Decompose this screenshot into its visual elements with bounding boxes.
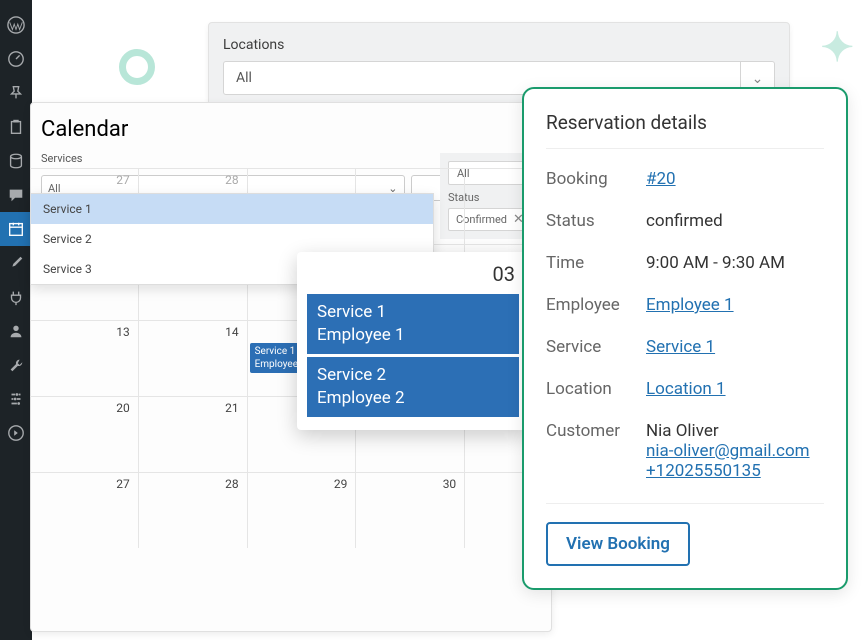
field-label: Service	[546, 337, 646, 357]
location-link[interactable]: Location 1	[646, 379, 726, 399]
service-option[interactable]: Service 2	[31, 224, 433, 254]
plugin-icon[interactable]	[0, 280, 32, 314]
popover-event[interactable]: Service 2 Employee 2	[307, 357, 519, 417]
database-icon[interactable]	[0, 144, 32, 178]
status-value: confirmed	[646, 211, 723, 231]
booking-link[interactable]: #20	[646, 169, 676, 189]
customer-name: Nia Oliver	[646, 421, 810, 441]
calendar-icon[interactable]	[0, 212, 32, 246]
user-icon[interactable]	[0, 314, 32, 348]
field-label: Status	[546, 211, 646, 231]
reservation-details-card: Reservation details Booking#20 Statuscon…	[522, 87, 848, 590]
cal-day-cell[interactable]: 27	[30, 473, 139, 548]
time-value: 9:00 AM - 9:30 AM	[646, 253, 785, 273]
field-label: Booking	[546, 169, 646, 189]
brush-icon[interactable]	[0, 246, 32, 280]
settings-icon[interactable]	[0, 382, 32, 416]
locations-value: All	[236, 70, 252, 86]
day-events-popover: 03 Service 1 Employee 1 Service 2 Employ…	[297, 252, 529, 430]
field-label: Employee	[546, 295, 646, 315]
field-label: Location	[546, 379, 646, 399]
field-label: Customer	[546, 421, 646, 481]
service-option[interactable]: Service 1	[31, 194, 433, 224]
field-label: Time	[546, 253, 646, 273]
wrench-icon[interactable]	[0, 348, 32, 382]
cal-day-cell[interactable]: 21	[139, 397, 248, 472]
dashboard-icon[interactable]	[0, 42, 32, 76]
service-link[interactable]: Service 1	[646, 337, 715, 357]
decorative-plus-icon: ✦	[820, 24, 854, 71]
comment-icon[interactable]	[0, 178, 32, 212]
page-title: Calendar	[31, 103, 551, 152]
view-booking-button[interactable]: View Booking	[546, 522, 690, 566]
cal-day-cell[interactable]: 30	[356, 473, 465, 548]
wp-logo-icon[interactable]	[0, 8, 32, 42]
cal-day-cell[interactable]: 20	[30, 397, 139, 472]
pin-icon[interactable]	[0, 76, 32, 110]
card-title: Reservation details	[546, 111, 824, 149]
cal-day-cell[interactable]: 29	[248, 473, 357, 548]
popover-date: 03	[307, 262, 519, 286]
locations-label: Locations	[223, 37, 775, 53]
clipboard-icon[interactable]	[0, 110, 32, 144]
cal-day-cell[interactable]: 13	[30, 321, 139, 396]
collapse-icon[interactable]	[0, 416, 32, 450]
decorative-circle	[119, 49, 155, 85]
employee-link[interactable]: Employee 1	[646, 295, 734, 315]
customer-phone-link[interactable]: +12025550135	[646, 461, 761, 481]
customer-email-link[interactable]: nia-oliver@gmail.com	[646, 441, 810, 461]
wp-admin-sidebar	[0, 0, 32, 640]
cal-day-cell[interactable]: 14	[139, 321, 248, 396]
cal-day-cell[interactable]: 28	[139, 473, 248, 548]
popover-event[interactable]: Service 1 Employee 1	[307, 294, 519, 354]
divider	[546, 503, 824, 504]
